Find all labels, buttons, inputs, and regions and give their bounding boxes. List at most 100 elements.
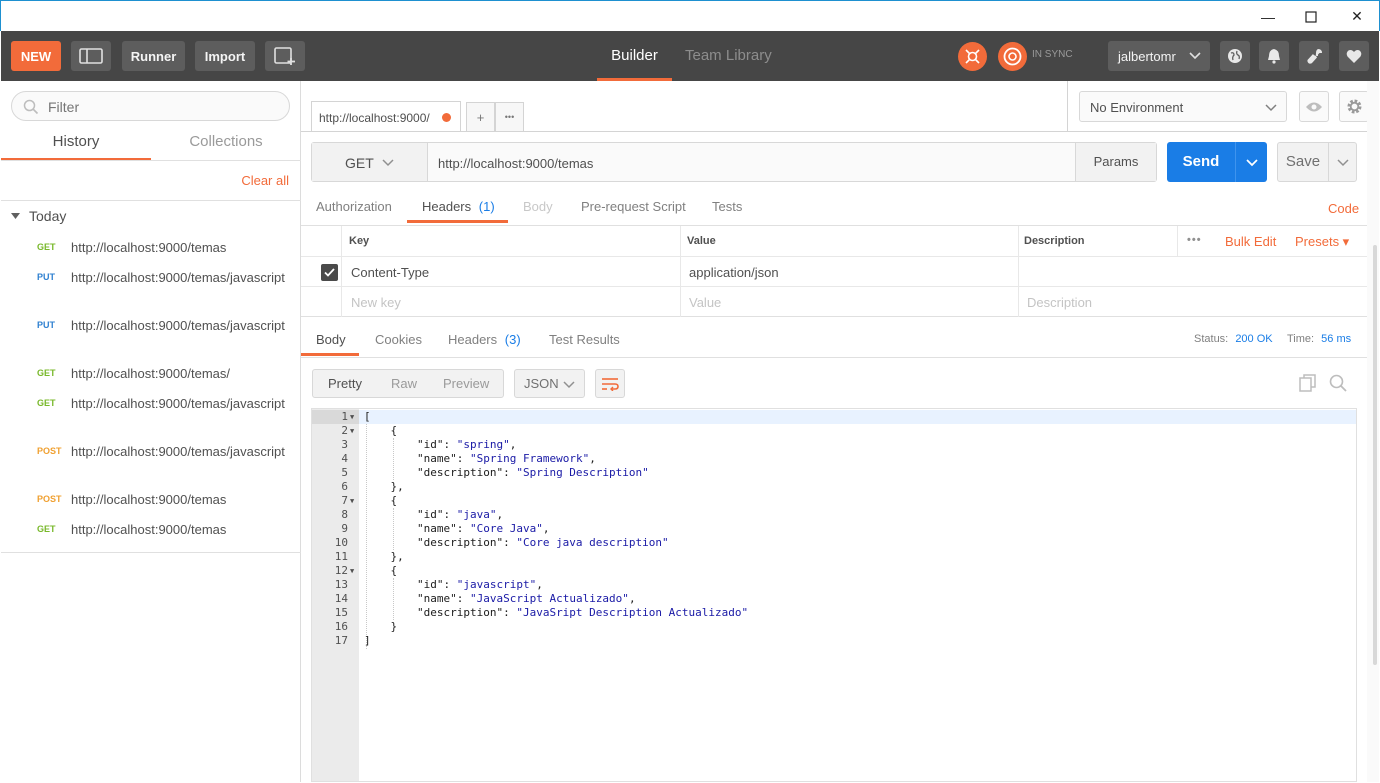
save-button[interactable]: Save [1277,142,1357,182]
response-tab-test-results[interactable]: Test Results [549,332,620,347]
minimize-icon[interactable]: — [1245,1,1291,32]
history-url: http://localhost:9000/temas [71,522,227,537]
filter-box[interactable] [11,91,290,121]
tab-collections[interactable]: Collections [151,131,301,161]
check-icon [324,268,335,277]
new-description-input[interactable]: Description [1027,295,1092,310]
fold-arrow-icon[interactable]: ▼ [350,427,354,435]
filter-input[interactable] [48,98,278,116]
user-menu[interactable]: jalbertomr [1108,41,1210,71]
tab-team-library[interactable]: Team Library [685,31,772,81]
divider [1067,131,1378,132]
globe-button[interactable] [1220,41,1250,71]
add-tab-button[interactable]: + [466,102,495,131]
method-badge: POST [37,494,62,504]
environment-select[interactable]: No Environment [1079,91,1287,122]
tab-authorization[interactable]: Authorization [316,199,392,214]
response-status: Status: 200 OK [1194,333,1273,345]
response-tab-body[interactable]: Body [316,332,346,347]
tabs-divider [1,160,301,161]
tab-pre-request-script[interactable]: Pre-request Script [581,199,686,214]
code-line: "description": "Spring Description" [416,466,649,479]
toggle-sidebar-button[interactable] [71,41,111,71]
divider [301,131,1067,132]
column-options-icon[interactable]: ••• [1187,234,1202,246]
tab-headers[interactable]: Headers (1) [422,199,495,214]
new-value-input[interactable]: Value [689,295,721,310]
code-line: "name": "JavaScript Actualizado", [416,592,636,605]
new-key-input[interactable]: New key [351,295,401,310]
request-tab-label: http://localhost:9000/ [319,111,430,125]
header-key-cell[interactable]: Content-Type [351,265,429,280]
view-raw-button[interactable]: Raw [391,376,417,391]
close-icon[interactable]: ✕ [1334,1,1380,32]
params-button[interactable]: Params [1075,143,1156,181]
format-select[interactable]: JSON [514,369,585,398]
response-tab-headers[interactable]: Headers (3) [448,332,521,347]
fold-arrow-icon[interactable]: ▼ [350,567,354,575]
tab-history[interactable]: History [1,131,151,161]
bulk-edit-link[interactable]: Bulk Edit [1225,234,1276,249]
status-value[interactable]: 200 OK [1235,333,1272,345]
search-response-button[interactable] [1327,372,1349,394]
format-label: JSON [524,376,559,391]
tab-tests[interactable]: Tests [712,199,742,214]
column-divider [1177,226,1178,256]
response-body-editor[interactable]: 1 ▼[2 ▼ {3 "id": "spring", 4 "name": "Sprin… [311,408,1357,782]
presets-dropdown[interactable]: Presets ▾ [1295,234,1349,250]
environment-quick-look-button[interactable] [1299,91,1329,122]
notifications-button[interactable] [1259,41,1289,71]
tab-options-button[interactable]: ••• [495,102,524,131]
chevron-down-icon [1245,158,1258,166]
new-button[interactable]: NEW [11,41,61,71]
time-value[interactable]: 56 ms [1321,333,1351,345]
eye-icon [1306,102,1322,111]
scrollbar-thumb[interactable] [1373,245,1377,665]
fold-arrow-icon[interactable]: ▼ [350,497,354,505]
history-group-today[interactable]: Today [11,208,66,224]
save-options-button[interactable] [1328,143,1356,181]
response-headers-label: Headers [448,332,498,347]
response-view-switch: Pretty Raw Preview [312,369,504,398]
sync-icon[interactable] [998,42,1027,71]
response-tab-cookies[interactable]: Cookies [375,332,422,347]
manage-environments-button[interactable] [1339,91,1369,122]
runner-button[interactable]: Runner [122,41,185,71]
clear-all-link[interactable]: Clear all [241,173,289,188]
settings-button[interactable] [1299,41,1329,71]
tab-body[interactable]: Body [523,199,553,214]
import-button[interactable]: Import [195,41,255,71]
code-line: "id": "java", [416,508,504,521]
code-line: "id": "javascript", [416,578,543,591]
interceptor-icon[interactable] [958,42,987,71]
new-window-button[interactable] [265,41,305,71]
maximize-icon[interactable] [1288,1,1334,32]
tab-headers-label: Headers [422,199,472,214]
send-options-button[interactable] [1235,142,1267,182]
url-input[interactable] [438,153,1068,173]
request-tab[interactable]: http://localhost:9000/ [311,101,461,132]
wrap-lines-icon [602,377,619,391]
header-enabled-checkbox[interactable] [321,264,338,281]
line-number: 3 [341,438,348,451]
send-button[interactable]: Send [1167,142,1267,182]
history-url: http://localhost:9000/temas/ [71,366,230,381]
code-line: }, [364,480,404,493]
method-select[interactable]: GET [312,143,428,181]
view-pretty-button[interactable]: Pretty [328,376,362,391]
response-time: Time: 56 ms [1287,333,1351,345]
active-tab-indicator [301,353,359,356]
chevron-down-icon [563,381,575,389]
header-value-cell[interactable]: application/json [689,265,779,280]
copy-response-button[interactable] [1297,372,1319,394]
view-preview-button[interactable]: Preview [443,376,489,391]
line-number: 7 [341,494,348,507]
tab-builder[interactable]: Builder [597,31,672,81]
generate-code-link[interactable]: Code [1328,201,1359,216]
favorite-button[interactable] [1339,41,1369,71]
history-url: http://localhost:9000/temas [71,492,227,507]
wrap-lines-button[interactable] [595,369,625,398]
line-number: 1 [341,410,348,423]
fold-arrow-icon[interactable]: ▼ [350,413,354,421]
code-line: { [364,424,398,437]
